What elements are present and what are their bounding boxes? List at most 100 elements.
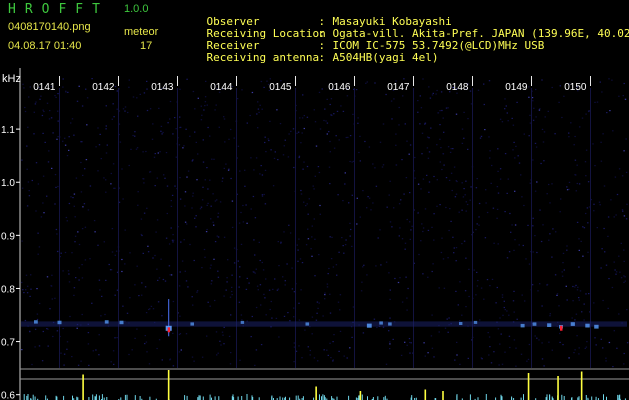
noise-dot <box>228 335 231 337</box>
noise-dot <box>339 309 341 311</box>
noise-dot <box>478 224 480 226</box>
noise-dot <box>245 288 248 290</box>
noise-dot <box>144 286 147 288</box>
noise-dot <box>622 210 624 212</box>
noise-dot <box>517 155 519 157</box>
noise-dot <box>409 144 412 146</box>
noise-dot <box>577 286 579 288</box>
noise-dot <box>82 206 84 208</box>
noise-dot <box>623 281 625 283</box>
noise-dot <box>119 141 122 143</box>
noise-dot <box>409 192 411 194</box>
noise-dot <box>574 159 577 161</box>
noise-dot <box>62 270 64 272</box>
noise-dot <box>209 267 212 269</box>
noise-dot <box>608 278 610 280</box>
noise-dot <box>317 307 319 309</box>
noise-dot <box>499 343 501 345</box>
noise-dot <box>72 197 74 199</box>
noise-dot <box>245 204 247 206</box>
noise-dot <box>293 346 296 348</box>
meteor-echo <box>532 322 537 326</box>
noise-dot <box>138 295 140 297</box>
noise-dot <box>359 160 361 162</box>
noise-dot <box>278 336 280 338</box>
noise-dot <box>141 282 143 284</box>
noise-dot <box>534 190 537 192</box>
noise-dot <box>379 229 381 231</box>
noise-dot <box>87 343 90 345</box>
noise-dot <box>316 312 318 314</box>
noise-dot <box>307 346 309 348</box>
noise-dot <box>259 284 262 286</box>
noise-dot <box>260 344 263 346</box>
noise-dot <box>311 333 313 335</box>
noise-dot <box>612 130 614 132</box>
noise-dot <box>98 279 101 281</box>
noise-dot <box>611 286 614 289</box>
x-tick-label: 0143 <box>151 82 174 93</box>
noise-dot <box>203 109 205 111</box>
noise-dot <box>114 85 117 88</box>
noise-dot <box>328 267 330 270</box>
noise-dot <box>313 109 315 111</box>
noise-dot <box>137 204 139 206</box>
noise-dot <box>49 308 51 310</box>
noise-dot <box>417 211 419 214</box>
noise-dot <box>171 194 174 196</box>
noise-dot <box>421 153 423 155</box>
noise-dot <box>585 346 588 348</box>
noise-dot <box>63 353 66 355</box>
noise-dot <box>389 298 391 300</box>
noise-dot <box>158 277 161 279</box>
noise-dot <box>578 266 580 268</box>
noise-dot <box>298 302 300 304</box>
noise-dot <box>441 168 443 171</box>
noise-dot <box>185 280 188 282</box>
noise-dot <box>506 310 508 312</box>
noise-dot <box>289 320 291 322</box>
noise-dot <box>277 159 279 161</box>
noise-dot <box>143 182 145 184</box>
noise-dot <box>337 194 339 196</box>
noise-dot <box>409 352 411 354</box>
noise-dot <box>585 149 588 151</box>
noise-dot <box>535 116 537 118</box>
noise-dot <box>309 354 311 356</box>
noise-dot <box>179 126 181 129</box>
noise-dot <box>191 356 194 358</box>
noise-dot <box>54 297 56 299</box>
noise-dot <box>458 211 460 213</box>
noise-dot <box>316 301 319 303</box>
noise-dot <box>230 128 232 131</box>
noise-dot <box>140 233 143 236</box>
noise-dot <box>140 218 143 220</box>
noise-dot <box>196 291 198 293</box>
noise-dot <box>197 153 199 155</box>
noise-dot <box>406 344 408 346</box>
noise-dot <box>428 86 430 88</box>
noise-dot <box>335 264 338 266</box>
noise-dot <box>624 98 627 100</box>
noise-dot <box>559 211 561 213</box>
noise-dot <box>269 308 271 311</box>
noise-dot <box>500 333 502 335</box>
noise-dot <box>239 170 241 172</box>
noise-dot <box>145 312 148 314</box>
noise-dot <box>103 177 105 179</box>
noise-dot <box>28 190 30 192</box>
noise-dot <box>261 261 263 264</box>
noise-dot <box>300 142 302 144</box>
noise-dot <box>491 164 493 167</box>
noise-dot <box>563 269 565 271</box>
noise-dot <box>114 187 116 189</box>
noise-dot <box>134 131 136 133</box>
noise-dot <box>178 144 181 146</box>
noise-dot <box>588 206 591 208</box>
noise-dot <box>453 252 455 254</box>
noise-dot <box>315 319 318 321</box>
noise-dot <box>231 290 233 293</box>
noise-dot <box>535 88 537 91</box>
noise-dot <box>22 289 24 291</box>
noise-dot <box>116 90 118 92</box>
